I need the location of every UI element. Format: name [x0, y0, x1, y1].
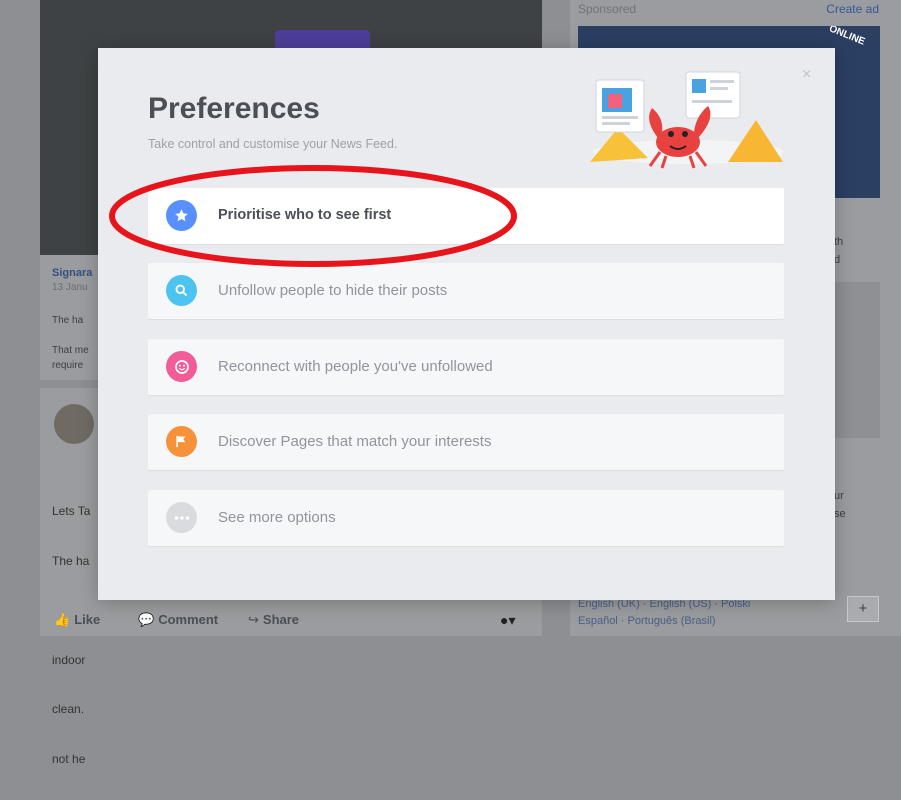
option-label: Unfollow people to hide their posts	[218, 282, 448, 299]
post-line: The ha	[52, 315, 84, 326]
comment-button[interactable]: 💬 Comment	[138, 612, 218, 628]
preferences-dialog: × Preferences Take control and customise…	[98, 48, 835, 600]
comment-icon: 💬	[138, 612, 155, 627]
option-label: Discover Pages that match your interests	[218, 433, 492, 450]
flag-icon	[166, 426, 197, 457]
share-button[interactable]: ↪ Share	[248, 612, 299, 628]
audience-selector-icon[interactable]: ●▾	[500, 612, 515, 629]
like-label: Like	[74, 612, 101, 627]
like-button[interactable]: 👍 Like	[54, 612, 100, 628]
dialog-subtitle: Take control and customise your News Fee…	[148, 137, 398, 151]
close-icon[interactable]: ×	[802, 66, 811, 84]
dialog-title: Preferences	[148, 92, 320, 125]
ad-badge: ONLINE	[827, 26, 867, 48]
post-line: require	[52, 360, 84, 371]
option-see-more[interactable]: See more options	[148, 490, 784, 546]
option-label: Reconnect with people you've unfollowed	[218, 358, 493, 375]
post-date: 13 Janu	[52, 282, 88, 293]
more-icon	[166, 502, 197, 533]
create-ad-link[interactable]: Create ad	[826, 2, 879, 16]
smile-icon	[166, 351, 197, 382]
sidebar-partial-text: ur	[834, 490, 844, 502]
sidebar-partial-text: th	[834, 236, 844, 248]
share-label: Share	[262, 612, 300, 627]
sponsored-heading: Sponsored	[578, 2, 637, 16]
add-language-button[interactable]: +	[847, 596, 879, 622]
post-author: Signara	[52, 267, 93, 279]
search-icon	[166, 275, 197, 306]
photo-object	[275, 30, 370, 50]
option-reconnect-unfollowed[interactable]: Reconnect with people you've unfollowed	[148, 339, 784, 395]
language-links[interactable]: English (UK) · English (US) · Polski Esp…	[578, 596, 750, 630]
post-line: That me	[52, 345, 89, 356]
post-text-line: The ha	[52, 553, 90, 568]
share-icon: ↪	[248, 612, 259, 627]
post-text-line: indoor	[52, 652, 86, 667]
thumbs-up-icon: 👍	[54, 612, 71, 627]
post-text-line: clean.	[52, 702, 85, 716]
option-discover-pages[interactable]: Discover Pages that match your interests	[148, 414, 784, 470]
avatar	[54, 404, 94, 444]
sidebar-partial-text: se	[834, 508, 846, 520]
post-text-line: not he	[52, 751, 86, 766]
option-prioritise-see-first[interactable]: Prioritise who to see first	[148, 188, 784, 244]
star-icon	[166, 200, 197, 231]
preferences-illustration	[590, 71, 783, 169]
post-text-line: Lets Ta	[52, 504, 91, 518]
option-unfollow-people[interactable]: Unfollow people to hide their posts	[148, 263, 784, 319]
language-line[interactable]: Español · Português (Brasil)	[578, 613, 750, 630]
post-actions: 👍 Like 💬 Comment ↪ Share ●▾	[40, 600, 542, 636]
option-label: Prioritise who to see first	[218, 207, 392, 223]
comment-label: Comment	[158, 612, 219, 627]
option-label: See more options	[218, 509, 336, 526]
